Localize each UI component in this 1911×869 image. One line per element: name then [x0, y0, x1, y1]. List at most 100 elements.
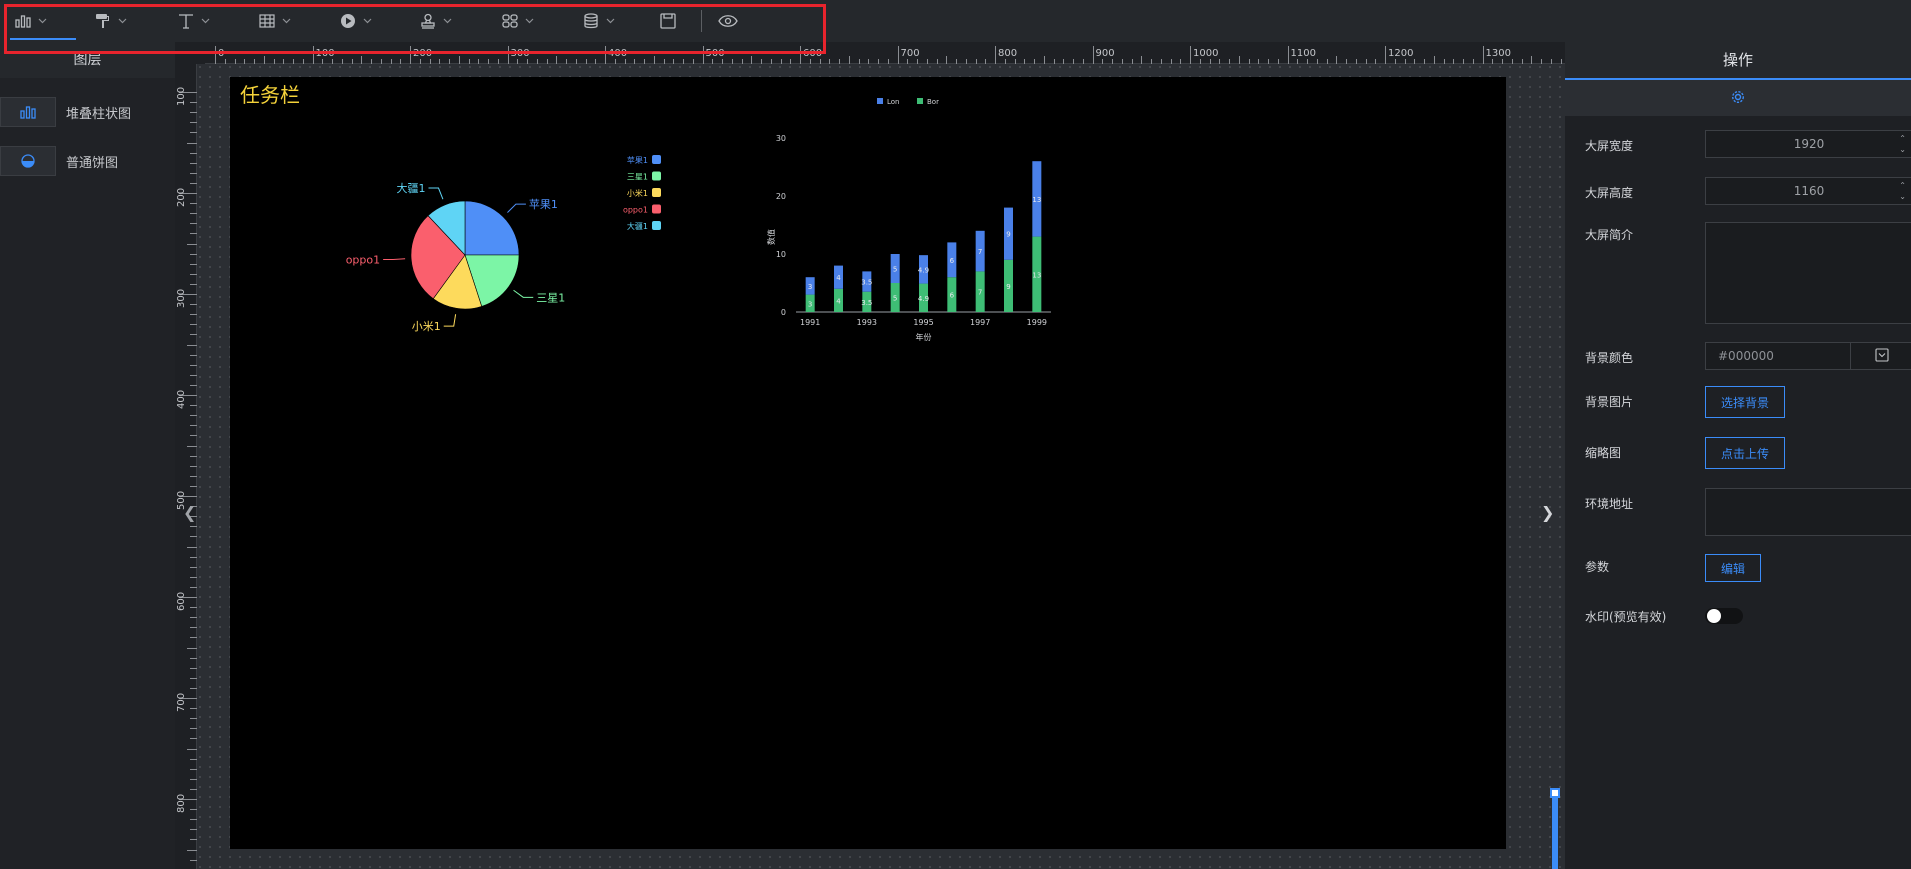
ruler-tick [1443, 59, 1445, 64]
ruler-tick [190, 314, 197, 316]
ruler-tick [741, 59, 743, 64]
bar-y-tick-label: 10 [776, 250, 786, 259]
ruler-tick [566, 59, 567, 64]
ruler-label: 1300 [1485, 48, 1511, 59]
ruler-tick [1073, 59, 1074, 64]
ruler-tick [1053, 59, 1055, 64]
ruler-tick [995, 46, 996, 64]
height-stepper[interactable]: ⌃ ⌄ [1899, 180, 1906, 202]
ruler-tick [312, 46, 314, 64]
save-button[interactable] [660, 10, 676, 32]
ruler-tick [190, 859, 197, 861]
ruler-tick [634, 59, 636, 64]
ruler-tick [190, 728, 197, 730]
width-stepper[interactable]: ⌃ ⌄ [1899, 133, 1906, 155]
bar-legend-label: Bor [927, 98, 939, 106]
component-menu-button[interactable] [502, 10, 534, 32]
ruler-tick [190, 152, 197, 154]
ruler-tick [1112, 59, 1113, 64]
collapse-right-icon[interactable]: ❯ [1541, 503, 1554, 522]
layer-item-pie[interactable]: 普通饼图 [0, 145, 175, 177]
ruler-tick [1394, 59, 1396, 64]
edit-params-button[interactable]: 编辑 [1705, 554, 1761, 582]
ruler-label: 100 [176, 86, 187, 106]
intro-textarea[interactable] [1705, 222, 1911, 324]
ruler-tick [858, 59, 860, 64]
watermark-toggle[interactable] [1705, 608, 1743, 624]
ruler-tick [190, 162, 197, 164]
ruler-tick [926, 59, 928, 64]
color-picker-button[interactable] [1850, 343, 1911, 369]
ruler-tick [1492, 59, 1494, 64]
bar-x-tick-label: 1991 [800, 318, 820, 327]
layer-item-stacked-bar[interactable]: 堆叠柱状图 [0, 96, 175, 128]
upload-thumbnail-button[interactable]: 点击上传 [1705, 437, 1785, 469]
bar-x-axis-title: 年份 [916, 332, 932, 342]
zoom-slider-handle[interactable] [1550, 788, 1560, 798]
ruler-tick [848, 56, 850, 64]
ruler-tick [1414, 59, 1416, 64]
pie-label-line [428, 187, 444, 200]
ruler-label: 900 [1095, 48, 1115, 59]
pie-label: 大疆1 [396, 181, 425, 195]
ruler-tick [527, 59, 528, 64]
height-input[interactable]: 1160 ⌃ ⌄ [1705, 177, 1911, 205]
big-screen[interactable]: 任务栏 苹果1 三星1 小米1 oppo1 大疆1 苹果1 三星1 小米1 oppo1 大疆1 0 1… [230, 77, 1506, 849]
width-input[interactable]: 1920 ⌃ ⌄ [1705, 130, 1911, 158]
ruler-tick [371, 59, 372, 64]
text-menu-button[interactable] [178, 10, 210, 32]
ruler-tick [190, 768, 197, 770]
ruler-tick [1336, 56, 1338, 64]
media-menu-button[interactable] [340, 10, 372, 32]
ruler-tick [546, 59, 548, 64]
datasource-menu-button[interactable] [583, 10, 615, 32]
ruler-tick [1170, 59, 1172, 64]
tab-settings[interactable] [1565, 78, 1911, 116]
chevron-down-icon [118, 18, 127, 24]
vertical-ruler: 100 200 300 400 500 600 700 800 [175, 64, 197, 869]
ruler-tick [683, 59, 684, 64]
ruler-tick [887, 59, 889, 64]
ruler-tick [190, 374, 197, 376]
bar-y-tick-label: 30 [776, 134, 786, 143]
charts-layer: 苹果1 三星1 小米1 oppo1 大疆1 苹果1 三星1 小米1 oppo1 大疆1 0 10 20 3… [346, 98, 1051, 342]
bg-color-input[interactable]: #000000 [1705, 342, 1911, 370]
ruler-tick [1375, 59, 1377, 64]
ruler-tick [273, 59, 275, 64]
ruler-tick [190, 233, 197, 235]
bar-data-label: 3 [808, 283, 812, 291]
bar-data-label: 3.5 [861, 279, 872, 287]
ruler-tick [234, 59, 236, 64]
preview-button[interactable] [718, 10, 738, 32]
pie-legend-swatch [652, 204, 661, 214]
select-background-button[interactable]: 选择背景 [1705, 386, 1785, 418]
bar-x-tick-label: 1999 [1027, 318, 1047, 327]
stamp-menu-button[interactable] [420, 10, 452, 32]
chevron-down-icon [525, 18, 534, 24]
intro-label: 大屏简介 [1585, 228, 1634, 242]
toggle-knob [1707, 609, 1721, 623]
ruler-tick [187, 344, 197, 346]
eye-icon [718, 14, 738, 28]
env-textarea[interactable] [1705, 488, 1911, 536]
ruler-tick [965, 59, 967, 64]
ruler-tick [190, 455, 197, 457]
decoration-menu-button[interactable] [95, 10, 127, 32]
ruler-tick [190, 354, 197, 356]
bar-data-label: 9 [1006, 283, 1010, 291]
layer-panel-title: 图层 [0, 42, 175, 78]
ruler-tick [829, 59, 831, 64]
collapse-left-icon[interactable]: ❮ [183, 503, 196, 522]
ruler-tick [839, 59, 840, 64]
ruler-tick [190, 809, 197, 811]
ruler-tick [468, 59, 470, 64]
ruler-tick [190, 617, 197, 619]
table-menu-button[interactable] [259, 10, 291, 32]
pie-legend-label: oppo1 [623, 206, 648, 215]
ruler-tick [790, 59, 792, 64]
bar-data-label: 7 [978, 289, 982, 297]
chart-menu-button[interactable] [15, 10, 47, 32]
bar-data-label: 5 [893, 266, 897, 274]
ruler-tick [439, 59, 441, 64]
bg-color-label: 背景颜色 [1585, 351, 1634, 365]
